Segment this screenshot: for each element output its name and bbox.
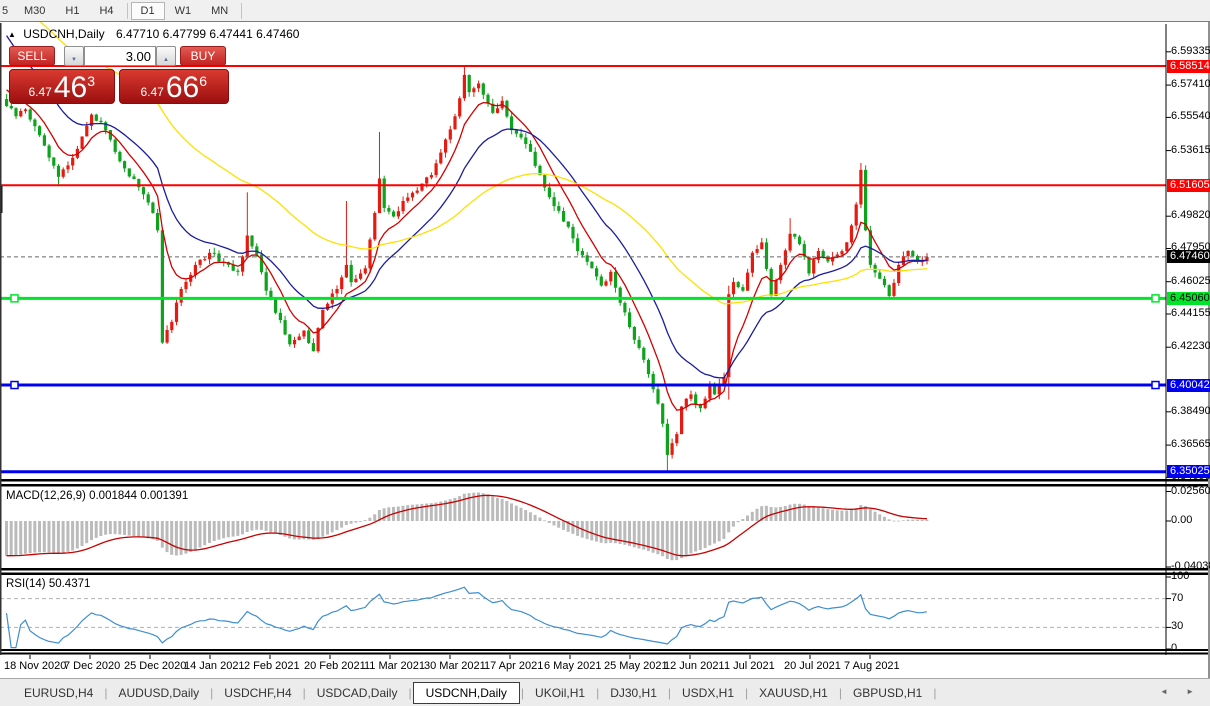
tab-scroll-arrows-icon[interactable]: ◄ ► [1160,687,1202,696]
date-tick-label: 6 May 2021 [544,660,601,672]
chart-tab-usdchf[interactable]: USDCHF,H4 [214,682,301,704]
price-tick-label: 6.57410 [1171,78,1210,90]
toolbar-separator [241,3,242,19]
chart-tab-dj30[interactable]: DJ30,H1 [600,682,667,704]
buy-button[interactable]: BUY [180,46,226,66]
level-price-badge: 6.40042 [1167,379,1210,392]
tab-separator: | [210,686,213,700]
level-price-badge: 6.58514 [1167,60,1210,73]
price-tick-label: 6.42230 [1171,340,1210,352]
tab-separator: | [408,686,411,700]
rsi-tick-label: 0 [1171,642,1177,654]
date-tick-label: 25 May 2021 [604,660,668,672]
tab-separator: | [933,686,936,700]
chart-tab-usdcnh[interactable]: USDCNH,Daily [413,682,520,704]
buy-price-box[interactable]: 6.47666 [119,69,229,104]
date-tick-label: 20 Feb 2021 [304,660,366,672]
date-tick-label: 1 Jul 2021 [724,660,775,672]
timeframe-button-h1[interactable]: H1 [55,2,89,20]
date-tick-label: 14 Jan 2021 [184,660,245,672]
tab-separator: | [104,686,107,700]
chart-window: ▲ USDCNH,Daily 6.47710 6.47799 6.47441 6… [0,22,1210,678]
volume-input[interactable] [84,46,156,66]
buy-price-big: 66 [166,73,199,103]
level-price-badge: 6.45060 [1167,292,1210,305]
tab-separator: | [596,686,599,700]
macd-tick-label: 0.025609 [1171,485,1210,497]
price-tick-label: 6.53615 [1171,144,1210,156]
timeframe-button-w1[interactable]: W1 [165,2,202,20]
buy-price-prefix: 6.47 [140,85,163,99]
rsi-tick-label: 30 [1171,620,1183,632]
timeframe-button-mn[interactable]: MN [201,2,238,20]
date-tick-label: 12 Jun 2021 [664,660,725,672]
price-tick-label: 6.38490 [1171,405,1210,417]
chart-tab-eurusd[interactable]: EURUSD,H4 [14,682,103,704]
toolbar-separator [127,3,128,19]
timeframe-button-d1[interactable]: D1 [131,2,165,20]
tab-separator: | [521,686,524,700]
timeframe-button-h4[interactable]: H4 [89,2,123,20]
chart-tab-audusd[interactable]: AUDUSD,Daily [108,682,209,704]
price-tick-label: 6.49820 [1171,209,1210,221]
sell-price-big: 46 [54,73,87,103]
tab-separator: | [303,686,306,700]
collapse-panel-icon[interactable]: ▲ [8,30,16,39]
date-tick-label: 17 Apr 2021 [484,660,543,672]
sell-price-box[interactable]: 6.47463 [9,69,115,104]
tab-separator: | [668,686,671,700]
macd-indicator-label: MACD(12,26,9) 0.001844 0.001391 [6,490,188,502]
price-tick-label: 6.55540 [1171,110,1210,122]
macd-tick-label: 0.00 [1171,514,1192,526]
sell-price-sup: 3 [87,73,95,89]
tab-separator: | [745,686,748,700]
chart-tab-xauusd[interactable]: XAUUSD,H1 [749,682,838,704]
date-tick-label: 30 Mar 2021 [424,660,486,672]
price-tick-label: 6.36565 [1171,438,1210,450]
up-arrow-icon: ▲ [163,57,169,63]
ohlc-values: 6.47710 6.47799 6.47441 6.47460 [116,27,300,41]
level-price-badge: 6.35025 [1167,465,1210,478]
timeframe-button-5[interactable]: 5 [0,2,14,20]
volume-decrease-button[interactable]: ▼ [64,46,84,66]
date-tick-label: 7 Aug 2021 [844,660,900,672]
timeframe-toolbar: 5M30H1H4 D1W1MN [0,0,1210,22]
chart-tab-usdx[interactable]: USDX,H1 [672,682,744,704]
chart-tab-bar: EURUSD,H4|AUDUSD,Daily|USDCHF,H4|USDCAD,… [0,678,1210,706]
level-price-badge: 6.51605 [1167,179,1210,192]
chart-title: ▲ USDCNH,Daily 6.47710 6.47799 6.47441 6… [8,27,299,41]
price-tick-label: 6.59335 [1171,45,1210,57]
price-tick-label: 6.46025 [1171,275,1210,287]
date-tick-label: 2 Feb 2021 [244,660,300,672]
volume-increase-button[interactable]: ▲ [156,46,176,66]
date-tick-label: 18 Nov 2020 [4,660,66,672]
date-tick-label: 7 Dec 2020 [64,660,120,672]
chart-tab-usdcad[interactable]: USDCAD,Daily [307,682,408,704]
rsi-indicator-label: RSI(14) 50.4371 [6,578,90,590]
chart-tab-gbpusd[interactable]: GBPUSD,H1 [843,682,932,704]
date-tick-label: 20 Jul 2021 [784,660,841,672]
price-tick-label: 6.44155 [1171,307,1210,319]
current-price-badge: 6.47460 [1167,250,1210,263]
tab-separator: | [839,686,842,700]
sell-price-prefix: 6.47 [28,85,51,99]
down-arrow-icon: ▼ [71,57,77,63]
chart-tab-ukoil[interactable]: UKOil,H1 [525,682,595,704]
rsi-tick-label: 100 [1171,570,1189,582]
sell-button[interactable]: SELL [9,46,55,66]
date-tick-label: 11 Mar 2021 [364,660,425,672]
buy-price-sup: 6 [199,73,207,89]
trading-platform-window: 5M30H1H4 D1W1MN ▲ USDCNH,Daily 6.47710 6.… [0,0,1210,706]
rsi-tick-label: 70 [1171,592,1183,604]
date-tick-label: 25 Dec 2020 [124,660,186,672]
chart-canvas[interactable] [0,22,1210,678]
symbol-period-label: USDCNH,Daily [23,27,104,41]
timeframe-button-m30[interactable]: M30 [14,2,55,20]
one-click-trading-panel: SELL ▼ ▲ BUY 6.47463 6.47666 [9,46,229,104]
